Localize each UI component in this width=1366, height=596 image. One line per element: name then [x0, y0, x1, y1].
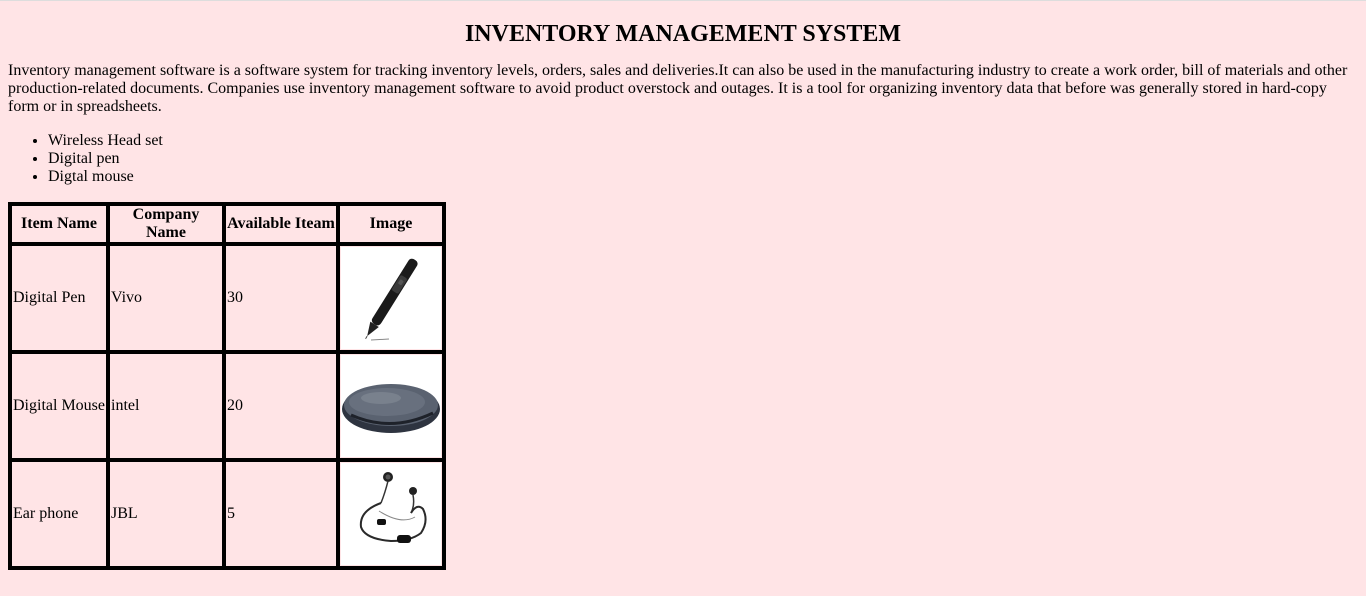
table-row: Digital Pen Vivo 30: [10, 244, 444, 352]
cell-item-name: Digital Mouse: [10, 352, 108, 460]
digital-mouse-image: [341, 355, 441, 457]
cell-company: JBL: [108, 460, 224, 568]
cell-item-name: Digital Pen: [10, 244, 108, 352]
intro-paragraph: Inventory management software is a softw…: [8, 62, 1348, 115]
list-item: Wireless Head set: [48, 132, 1358, 150]
cell-available: 20: [224, 352, 338, 460]
header-available: Available Iteam: [224, 204, 338, 244]
list-item: Digital pen: [48, 150, 1358, 168]
cell-available: 30: [224, 244, 338, 352]
header-company-name: Company Name: [108, 204, 224, 244]
earphone-image: [341, 463, 441, 565]
cell-company: intel: [108, 352, 224, 460]
table-header-row: Item Name Company Name Available Iteam I…: [10, 204, 444, 244]
cell-image: [338, 244, 444, 352]
digital-pen-image: [341, 247, 441, 349]
page: INVENTORY MANAGEMENT SYSTEM Inventory ma…: [0, 21, 1366, 570]
header-item-name: Item Name: [10, 204, 108, 244]
feature-list: Wireless Head set Digital pen Digtal mou…: [8, 132, 1358, 186]
cell-image: [338, 460, 444, 568]
table-row: Digital Mouse intel 20: [10, 352, 444, 460]
cell-item-name: Ear phone: [10, 460, 108, 568]
cell-image: [338, 352, 444, 460]
page-title: INVENTORY MANAGEMENT SYSTEM: [464, 21, 902, 47]
list-item: Digtal mouse: [48, 168, 1358, 186]
cell-company: Vivo: [108, 244, 224, 352]
header-image: Image: [338, 204, 444, 244]
cell-available: 5: [224, 460, 338, 568]
table-row: Ear phone JBL 5: [10, 460, 444, 568]
inventory-table: Item Name Company Name Available Iteam I…: [8, 202, 446, 570]
